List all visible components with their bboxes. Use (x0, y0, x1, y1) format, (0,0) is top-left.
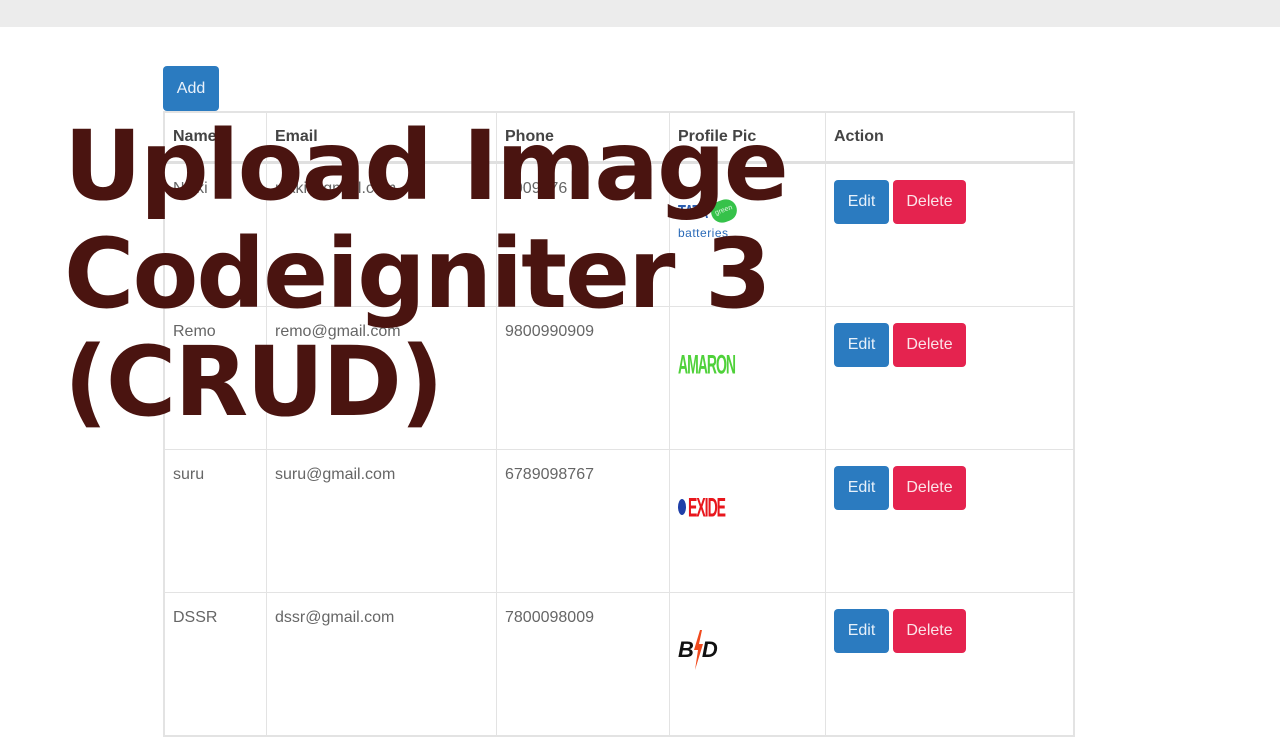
header-action: Action (825, 111, 1075, 164)
table-header-row: Name Email Phone Profile Pic Action (163, 111, 1075, 164)
delete-button[interactable]: Delete (893, 180, 966, 224)
add-button[interactable]: Add (163, 66, 219, 111)
edit-button[interactable]: Edit (834, 609, 889, 653)
header-email: Email (266, 111, 497, 164)
delete-button[interactable]: Delete (893, 609, 966, 653)
cell-profile-pic: AMARON (669, 306, 826, 450)
cell-profile-pic: EXIDE (669, 449, 826, 593)
table-row: suru suru@gmail.com 6789098767 EXIDE Edi… (163, 449, 1075, 593)
cell-profile-pic: TATA green batteries (669, 162, 826, 307)
amaron-logo: AMARON (678, 348, 736, 380)
top-bar (0, 0, 1280, 27)
cell-name: suru (163, 449, 267, 593)
tata-green-batteries-logo: TATA green batteries (678, 196, 740, 250)
cell-phone: 9800990909 (496, 306, 670, 450)
cell-name: Nikki (163, 162, 267, 307)
edit-button[interactable]: Edit (834, 466, 889, 510)
cell-action: Edit Delete (825, 306, 1075, 450)
cell-email: remo@gmail.com (266, 306, 497, 450)
cell-action: Edit Delete (825, 449, 1075, 593)
cell-name: DSSR (163, 592, 267, 737)
cell-phone: 6789098767 (496, 449, 670, 593)
cell-phone: 7800098009 (496, 592, 670, 737)
exide-emblem-icon (678, 499, 686, 515)
cell-phone: 8009876 (496, 162, 670, 307)
cell-action: Edit Delete (825, 592, 1075, 737)
edit-button[interactable]: Edit (834, 323, 889, 367)
cell-email: suru@gmail.com (266, 449, 497, 593)
edit-button[interactable]: Edit (834, 180, 889, 224)
cell-action: Edit Delete (825, 162, 1075, 307)
bd-logo: B D (678, 625, 738, 675)
exide-logo: EXIDE (678, 482, 738, 532)
cell-email: nikki@gmail.com (266, 162, 497, 307)
delete-button[interactable]: Delete (893, 466, 966, 510)
header-phone: Phone (496, 111, 670, 164)
header-profile-pic: Profile Pic (669, 111, 826, 164)
delete-button[interactable]: Delete (893, 323, 966, 367)
table-row: DSSR dssr@gmail.com 7800098009 B D Edit D… (163, 592, 1075, 737)
cell-name: Remo (163, 306, 267, 450)
table-row: Nikki nikki@gmail.com 8009876 TATA green… (163, 162, 1075, 307)
table-row: Remo remo@gmail.com 9800990909 AMARON Ed… (163, 306, 1075, 450)
header-name: Name (163, 111, 267, 164)
records-table: Name Email Phone Profile Pic Action Nikk… (163, 111, 1075, 737)
cell-profile-pic: B D (669, 592, 826, 737)
cell-email: dssr@gmail.com (266, 592, 497, 737)
